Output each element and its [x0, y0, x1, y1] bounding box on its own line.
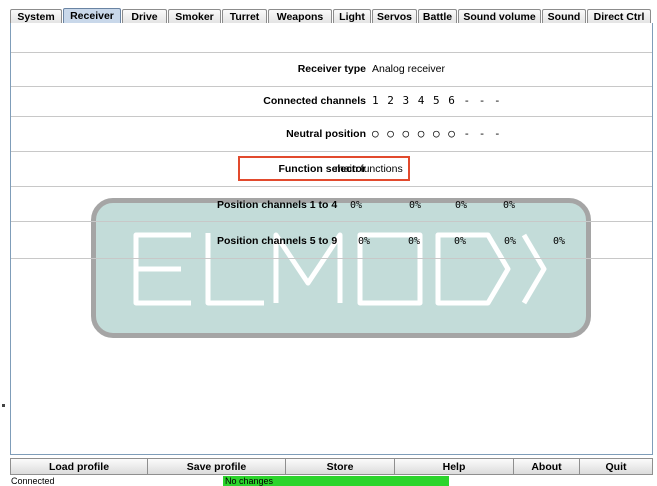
position-channels-1-4-label: Position channels 1 to 4	[217, 199, 338, 211]
channel-6-position: 0%	[408, 236, 421, 247]
channel-1-position: 0%	[350, 200, 363, 211]
tab-weapons[interactable]: Weapons	[268, 9, 332, 23]
neutral-position-label: Neutral position	[286, 128, 366, 140]
tab-direct-ctrl[interactable]: Direct Ctrl	[587, 9, 651, 23]
tab-turret[interactable]: Turret	[222, 9, 267, 23]
tab-servos[interactable]: Servos	[372, 9, 417, 23]
channel-5-position: 0%	[358, 236, 371, 247]
channel-7-position: 0%	[454, 236, 467, 247]
connected-channels-label: Connected channels	[263, 95, 366, 107]
button-bar: Load profile Save profile Store Help Abo…	[10, 458, 653, 475]
blank-row	[11, 23, 652, 53]
help-button[interactable]: Help	[394, 458, 514, 475]
receiver-type-label: Receiver type	[297, 63, 366, 75]
channel-8-position: 0%	[504, 236, 517, 247]
save-profile-button[interactable]: Save profile	[147, 458, 286, 475]
channel-9-position: 0%	[553, 236, 566, 247]
channel-2-position: 0%	[409, 200, 422, 211]
position-channels-5-9-label: Position channels 5 to 9	[217, 235, 338, 247]
connected-channels-value: 1 2 3 4 5 6 - - -	[372, 94, 502, 107]
tab-sound-volume[interactable]: Sound volume	[458, 9, 541, 23]
tab-light[interactable]: Light	[333, 9, 371, 23]
edge-marker	[2, 404, 5, 407]
tab-sound[interactable]: Sound	[542, 9, 586, 23]
tab-battle[interactable]: Battle	[418, 9, 457, 23]
changes-status-text: No changes	[225, 476, 274, 486]
about-button[interactable]: About	[513, 458, 580, 475]
channel-3-position: 0%	[455, 200, 468, 211]
receiver-panel: Receiver type Analog receiver Connected …	[10, 23, 653, 455]
position-channels-1-4-row: Position channels 1 to 4 0% 0% 0% 0%	[11, 186, 652, 222]
load-profile-button[interactable]: Load profile	[10, 458, 148, 475]
tab-smoker[interactable]: Smoker	[168, 9, 221, 23]
status-bar: Connected No changes	[10, 476, 653, 486]
tab-system[interactable]: System	[10, 9, 62, 23]
neutral-position-value: ○ ○ ○ ○ ○ ○ - - -	[372, 127, 502, 140]
changes-status: No changes	[223, 476, 449, 486]
tab-drive[interactable]: Drive	[122, 9, 167, 23]
receiver-type-row: Receiver type Analog receiver	[11, 52, 652, 87]
connection-status: Connected	[11, 476, 55, 486]
function-selector-value[interactable]: main functions	[335, 163, 403, 175]
function-selector-row: Function selector main functions	[11, 151, 652, 187]
store-button[interactable]: Store	[285, 458, 395, 475]
receiver-type-value[interactable]: Analog receiver	[372, 63, 445, 75]
tab-bar: System Receiver Drive Smoker Turret Weap…	[10, 8, 653, 24]
neutral-position-row: Neutral position ○ ○ ○ ○ ○ ○ - - -	[11, 116, 652, 152]
channel-4-position: 0%	[503, 200, 516, 211]
quit-button[interactable]: Quit	[579, 458, 653, 475]
connected-channels-row: Connected channels 1 2 3 4 5 6 - - -	[11, 86, 652, 117]
position-channels-5-9-row: Position channels 5 to 9 0% 0% 0% 0% 0%	[11, 221, 652, 259]
tab-receiver[interactable]: Receiver	[63, 8, 121, 24]
